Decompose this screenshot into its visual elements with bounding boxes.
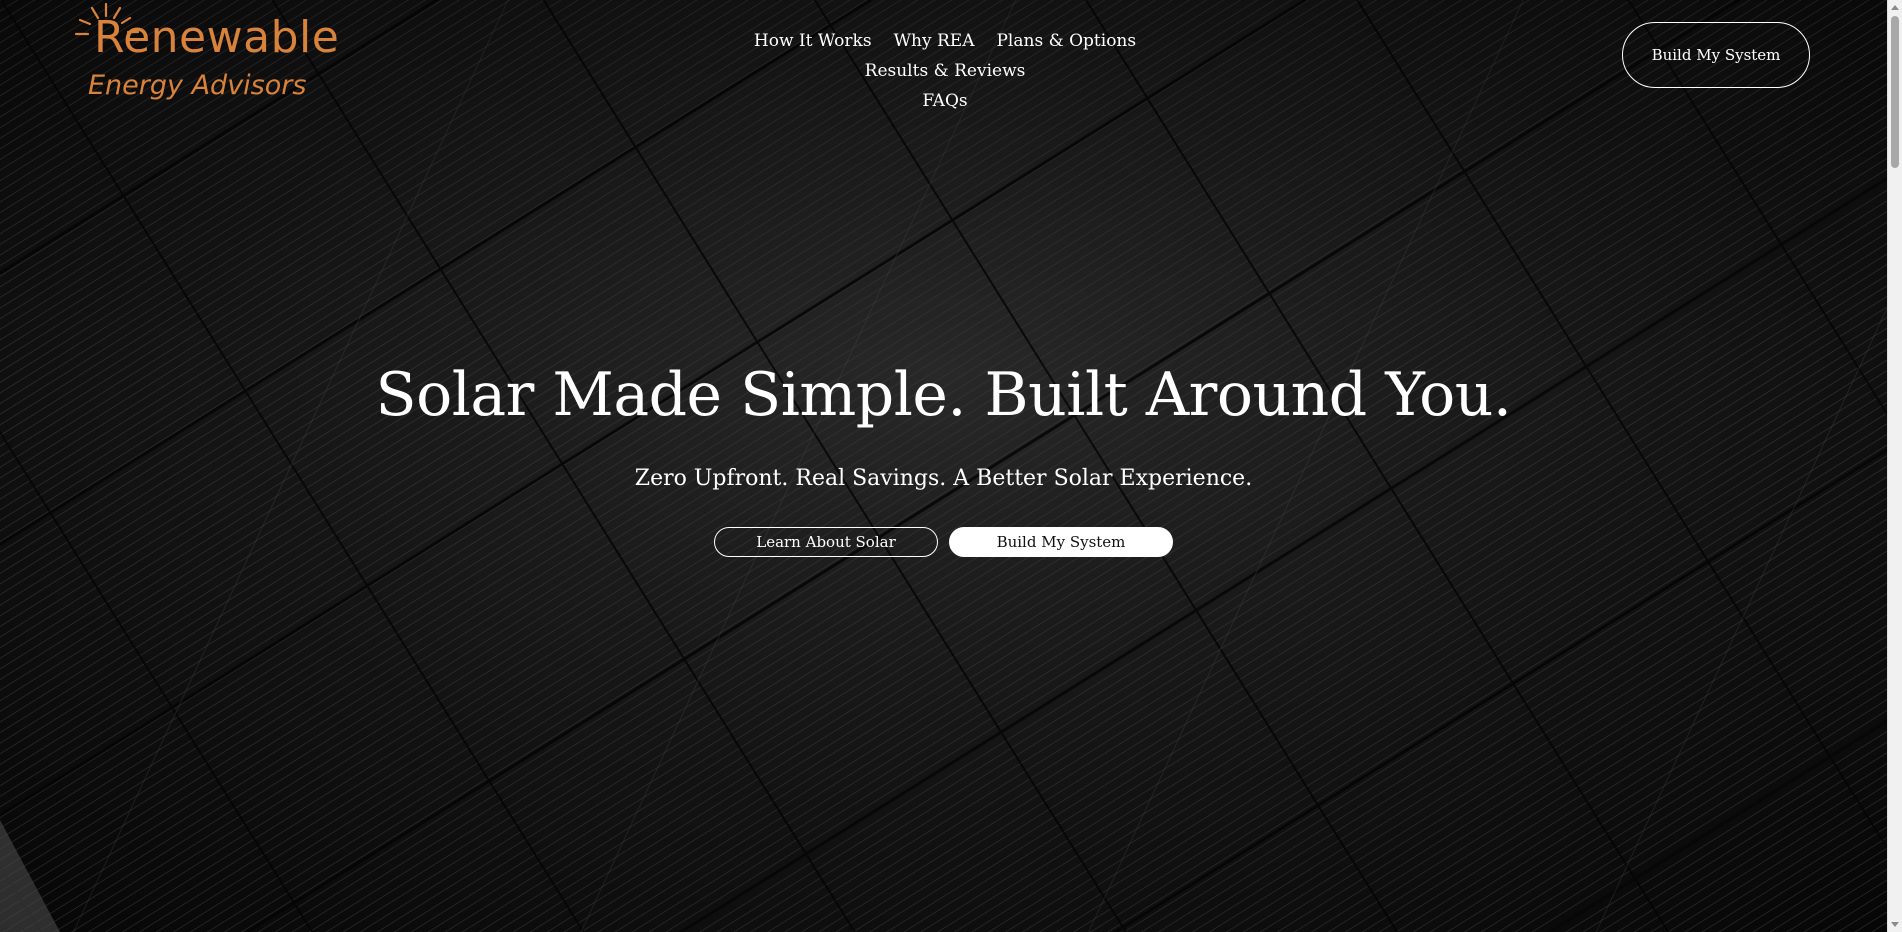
scroll-down-arrow-icon[interactable]	[1891, 922, 1899, 927]
header-build-my-system-button[interactable]: Build My System	[1622, 22, 1810, 88]
hero-title: Solar Made Simple. Built Around You.	[375, 360, 1512, 430]
hero-subtitle: Zero Upfront. Real Savings. A Better Sol…	[634, 466, 1253, 491]
nav-item-plans-options[interactable]: Plans & Options	[996, 26, 1136, 56]
site-logo[interactable]: Renewable Energy Advisors	[74, 2, 339, 106]
nav-item-how-it-works[interactable]: How It Works	[754, 26, 872, 56]
learn-about-solar-button[interactable]: Learn About Solar	[714, 527, 938, 557]
hero-button-group: Learn About Solar Build My System	[714, 527, 1174, 557]
nav-item-why-rea[interactable]: Why REA	[894, 26, 975, 56]
main-navigation: How It Works Why REA Plans & OptionsResult…	[660, 26, 1230, 116]
nav-item-faqs[interactable]: FAQs	[922, 86, 967, 116]
hero-build-my-system-button[interactable]: Build My System	[949, 527, 1173, 557]
logo-text-energy-advisors: Energy Advisors	[88, 70, 307, 101]
vertical-scrollbar[interactable]	[1887, 0, 1902, 932]
logo-text-renewable: Renewable	[94, 12, 340, 63]
page: Renewable Energy Advisors How It Works Wh…	[0, 0, 1902, 932]
nav-item-results-reviews[interactable]: Results & Reviews	[865, 56, 1026, 86]
scrollbar-thumb[interactable]	[1891, 16, 1899, 168]
scroll-up-arrow-icon[interactable]	[1891, 5, 1899, 10]
